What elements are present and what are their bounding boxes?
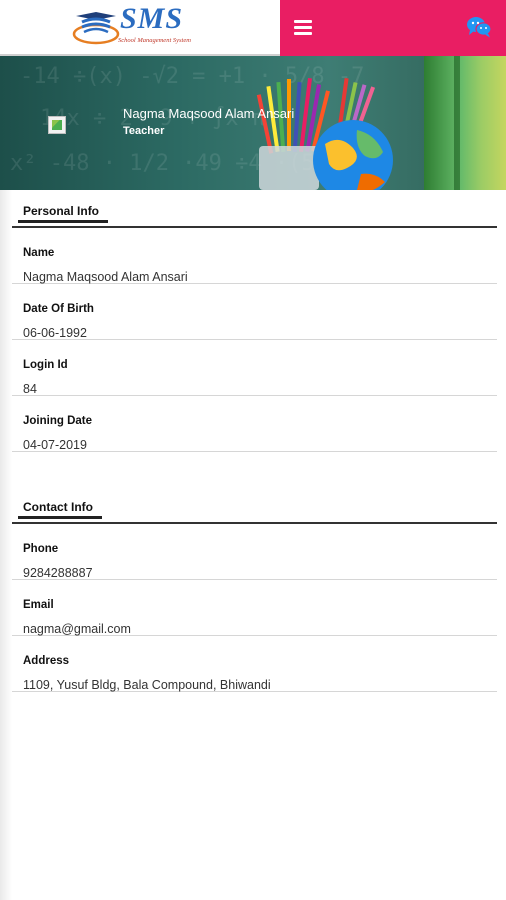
info-row-login-id: Login Id 84 [12,340,497,396]
field-label: Phone [23,543,59,555]
hamburger-menu-icon[interactable] [294,20,312,35]
field-value: 04-07-2019 [23,438,87,452]
section-title: Contact Info [23,500,93,514]
info-row-address: Address 1109, Yusuf Bldg, Bala Compound,… [12,636,497,692]
top-app-bar: SMS School Management System [0,0,506,56]
field-label: Address [23,655,70,667]
field-value: 06-06-1992 [23,326,87,340]
field-label: Email [23,599,54,611]
field-value: 84 [23,382,37,396]
chat-bubbles-icon[interactable] [466,15,492,39]
info-row-phone: Phone 9284288887 [12,524,497,580]
field-label: Joining Date [23,415,93,427]
logo-area: SMS School Management System [0,0,280,56]
info-row-name: Name Nagma Maqsood Alam Ansari [12,228,497,284]
logo-tagline: School Management System [118,37,191,44]
tab-underline [18,516,102,519]
tab-underline [18,220,108,223]
field-value: 9284288887 [23,566,93,580]
field-label: Login Id [23,359,68,371]
field-label: Name [23,247,55,259]
logo-wordmark: SMS [120,2,184,35]
page-edge-shadow [0,190,12,900]
personal-info-tab: Personal Info [12,190,497,228]
field-value: Nagma Maqsood Alam Ansari [23,270,188,284]
profile-banner: -14 ÷(x) -√2 = +1 · 5/8 -7 14x ÷ 2· 9 + … [0,56,506,190]
profile-name: Nagma Maqsood Alam Ansari [123,106,295,121]
contact-info-tab: Contact Info [12,486,497,524]
app-logo[interactable]: SMS School Management System [68,2,213,50]
profile-role: Teacher [123,125,165,137]
banner-green-panel [424,56,506,190]
field-label: Date Of Birth [23,303,94,315]
header-accent-bar [280,0,506,56]
info-row-email: Email nagma@gmail.com [12,580,497,636]
profile-avatar[interactable] [48,116,66,134]
section-title: Personal Info [23,204,100,218]
personal-info-section: Personal Info Name Nagma Maqsood Alam An… [12,190,497,452]
info-row-dob: Date Of Birth 06-06-1992 [12,284,497,340]
info-row-joining-date: Joining Date 04-07-2019 [12,396,497,452]
contact-info-section: Contact Info Phone 9284288887 Email nagm… [12,486,497,692]
field-value: 1109, Yusuf Bldg, Bala Compound, Bhiwand… [23,678,271,692]
school-supplies-illustration [256,77,393,190]
field-value: nagma@gmail.com [23,622,131,636]
